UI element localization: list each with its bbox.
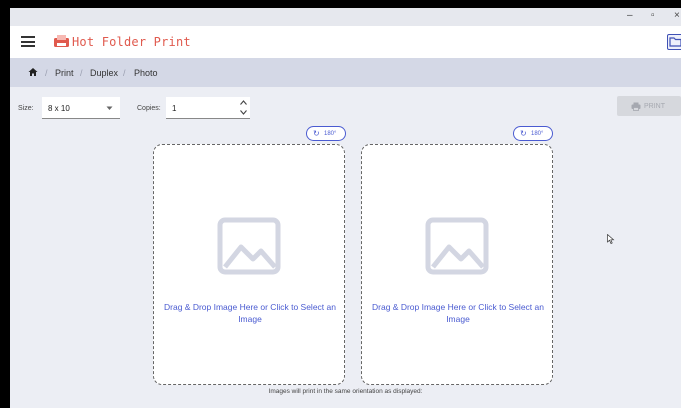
rotate-label: 180° (324, 131, 337, 137)
image-placeholder-icon (217, 217, 281, 275)
orientation-note: Images will print in the same orientatio… (268, 388, 423, 395)
decrement-icon[interactable] (240, 110, 247, 115)
increment-icon[interactable] (240, 100, 247, 105)
breadcrumb-separator: / (45, 68, 48, 78)
maximize-button[interactable]: ▫ (651, 10, 655, 22)
drop-instructions: Drag & Drop Image Here or Click to Selec… (372, 302, 544, 324)
rotate-icon: ↻ (313, 129, 320, 138)
minimize-button[interactable]: – (627, 10, 633, 22)
app-header: Hot Folder Print (10, 26, 681, 58)
print-toolbar: Size: 8 x 10 Copies: 1 PRINT (10, 94, 681, 122)
rotate-icon: ↻ (520, 129, 527, 138)
size-label: Size: (18, 105, 34, 112)
mouse-cursor-icon (607, 234, 615, 244)
copies-value: 1 (172, 104, 177, 113)
printer-icon (631, 102, 641, 111)
size-value: 8 x 10 (48, 104, 70, 113)
folder-icon (669, 37, 681, 47)
app-title: Hot Folder Print (72, 35, 191, 49)
image-drop-zone-back[interactable]: Drag & Drop Image Here or Click to Selec… (361, 144, 553, 385)
app-window: – ▫ × Hot Folder Print / Print / Duplex … (10, 8, 681, 408)
print-button-label: PRINT (644, 103, 665, 110)
home-icon[interactable] (28, 67, 38, 77)
breadcrumb-separator: / (80, 68, 83, 78)
printer-logo-icon (54, 35, 69, 47)
copies-stepper[interactable]: 1 (166, 97, 250, 119)
breadcrumb-item-photo: Photo (134, 68, 158, 78)
size-select[interactable]: 8 x 10 (42, 97, 120, 119)
breadcrumb-item-duplex[interactable]: Duplex (90, 68, 118, 78)
window-titlebar: – ▫ × (10, 8, 681, 26)
breadcrumb-item-print[interactable]: Print (55, 68, 74, 78)
menu-icon[interactable] (21, 36, 35, 47)
image-placeholder-icon (425, 217, 489, 275)
drop-instructions: Drag & Drop Image Here or Click to Selec… (164, 302, 336, 324)
rotate-180-button[interactable]: ↻ 180° (306, 126, 346, 141)
image-drop-zone-front[interactable]: Drag & Drop Image Here or Click to Selec… (153, 144, 345, 385)
print-button[interactable]: PRINT (617, 96, 681, 116)
open-folder-button[interactable] (667, 34, 681, 50)
copies-label: Copies: (137, 105, 161, 112)
breadcrumb: / Print / Duplex / Photo (10, 58, 681, 87)
chevron-down-icon (106, 106, 113, 110)
rotate-label: 180° (531, 131, 544, 137)
breadcrumb-separator: / (123, 68, 126, 78)
rotate-180-button[interactable]: ↻ 180° (513, 126, 553, 141)
close-button[interactable]: × (674, 10, 680, 22)
